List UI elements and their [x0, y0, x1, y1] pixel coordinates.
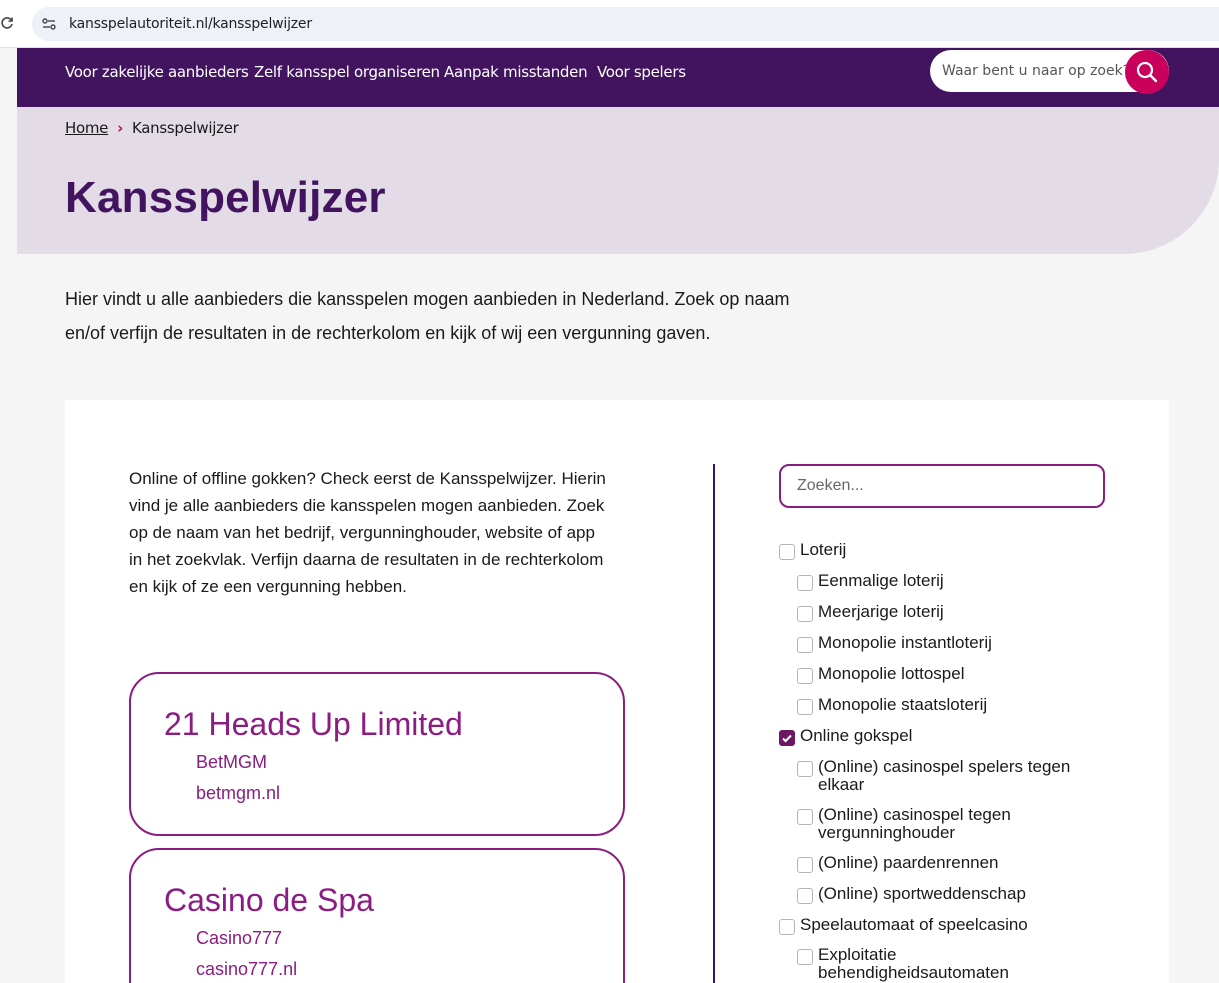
site-search [930, 50, 1169, 94]
filter-option-speelautomaat[interactable]: Speelautomaat of speelcasino [779, 916, 1028, 935]
search-icon [1136, 61, 1158, 83]
page-title: Kansspelwijzer [65, 173, 386, 222]
filter-option-paardenrennen[interactable]: (Online) paardenrennen [797, 854, 999, 873]
filter-option-label: (Online) casinospel tegen vergunninghoud… [818, 805, 1011, 842]
filter-option-monopolie-lottospel[interactable]: Monopolie lottospel [797, 665, 964, 684]
filter-option-label: Monopolie lottospel [818, 664, 965, 683]
site-search-input[interactable] [930, 50, 1130, 92]
kansspelwijzer-panel: Online of offline gokken? Check eerst de… [65, 400, 1169, 983]
filter-option-eenmalige-loterij[interactable]: Eenmalige loterij [797, 572, 944, 591]
filter-checkbox[interactable] [797, 575, 813, 591]
reload-icon[interactable] [0, 16, 14, 30]
address-bar[interactable]: kansspelautoriteit.nl/kansspelwijzer [32, 7, 1219, 41]
site-info-icon[interactable] [41, 16, 57, 32]
nav-item-zakelijke-aanbieders[interactable]: Voor zakelijke aanbieders [65, 63, 249, 81]
filter-option-label: Exploitatie behendigheidsautomaten [818, 945, 1009, 982]
result-website: betmgm.nl [196, 783, 281, 803]
filter-checkbox[interactable] [797, 949, 813, 965]
filter-checkbox[interactable] [797, 606, 813, 622]
filter-option-casinospel-vergunninghouder[interactable]: (Online) casinospel tegen vergunninghoud… [797, 806, 1087, 842]
breadcrumb-current: Kansspelwijzer [132, 119, 239, 137]
filter-checkbox[interactable] [797, 637, 813, 653]
nav-item-voor-spelers[interactable]: Voor spelers [597, 63, 686, 81]
filter-option-casinospel-spelers[interactable]: (Online) casinospel spelers tegen elkaar [797, 758, 1097, 794]
nav-item-zelf-kansspel[interactable]: Zelf kansspel organiseren [254, 63, 440, 81]
page-header: Home › Kansspelwijzer Kansspelwijzer [17, 107, 1219, 254]
site-search-button[interactable] [1125, 50, 1169, 94]
filter-option-label: Loterij [800, 540, 847, 559]
url-text[interactable]: kansspelautoriteit.nl/kansspelwijzer [69, 16, 312, 32]
column-divider [713, 464, 715, 983]
filter-checkbox[interactable] [797, 761, 813, 777]
filter-option-behendigheidsautomaten[interactable]: Exploitatie behendigheidsautomaten [797, 946, 1067, 982]
filter-option-label: (Online) casinospel spelers tegen elkaar [818, 757, 1071, 794]
filter-option-label: Eenmalige loterij [818, 571, 944, 590]
panel-description: Online of offline gokken? Check eerst de… [129, 469, 606, 596]
filter-checkbox[interactable] [797, 809, 813, 825]
filter-search-input[interactable] [779, 464, 1105, 508]
chevron-right-icon: › [117, 119, 123, 137]
filter-option-label: Monopolie instantloterij [818, 633, 992, 652]
breadcrumb: Home › Kansspelwijzer [65, 119, 239, 137]
filter-option-sportweddenschap[interactable]: (Online) sportweddenschap [797, 885, 1026, 904]
filter-option-label: (Online) paardenrennen [818, 853, 999, 872]
top-navigation: Voor zakelijke aanbieders Zelf kansspel … [17, 48, 1219, 107]
filter-option-label: (Online) sportweddenschap [818, 884, 1026, 903]
nav-item-aanpak-misstanden[interactable]: Aanpak misstanden [444, 63, 588, 81]
result-company-name[interactable]: Casino de Spa [164, 882, 374, 919]
browser-toolbar: kansspelautoriteit.nl/kansspelwijzer [0, 0, 1219, 48]
filter-checkbox[interactable] [779, 544, 795, 560]
breadcrumb-home-link[interactable]: Home [65, 119, 108, 137]
result-website: casino777.nl [196, 959, 298, 979]
filter-option-label: Monopolie staatsloterij [818, 695, 988, 714]
filter-option-label: Online gokspel [800, 726, 913, 745]
result-card[interactable]: 21 Heads Up Limited BetMGM betmgm.nl [129, 672, 625, 836]
filter-option-loterij[interactable]: Loterij [779, 541, 846, 560]
filter-option-online-gokspel[interactable]: Online gokspel [779, 727, 912, 746]
check-icon [782, 734, 792, 743]
filter-option-meerjarige-loterij[interactable]: Meerjarige loterij [797, 603, 944, 622]
filter-checkbox[interactable] [797, 888, 813, 904]
result-brand: Casino777 [196, 928, 283, 948]
result-card[interactable]: Casino de Spa Casino777 casino777.nl [129, 848, 625, 983]
page-intro: Hier vindt u alle aanbieders die kansspe… [65, 289, 790, 343]
filter-checkbox[interactable] [797, 699, 813, 715]
result-brand: BetMGM [196, 752, 268, 772]
filter-option-label: Meerjarige loterij [818, 602, 944, 621]
filter-option-monopolie-staatsloterij[interactable]: Monopolie staatsloterij [797, 696, 987, 715]
filter-checkbox-checked[interactable] [779, 730, 795, 746]
result-company-name[interactable]: 21 Heads Up Limited [164, 706, 463, 743]
filter-option-label: Speelautomaat of speelcasino [800, 915, 1028, 934]
filter-checkbox[interactable] [779, 919, 795, 935]
filter-checkbox[interactable] [797, 668, 813, 684]
filter-option-monopolie-instantloterij[interactable]: Monopolie instantloterij [797, 634, 992, 653]
filter-checkbox[interactable] [797, 857, 813, 873]
